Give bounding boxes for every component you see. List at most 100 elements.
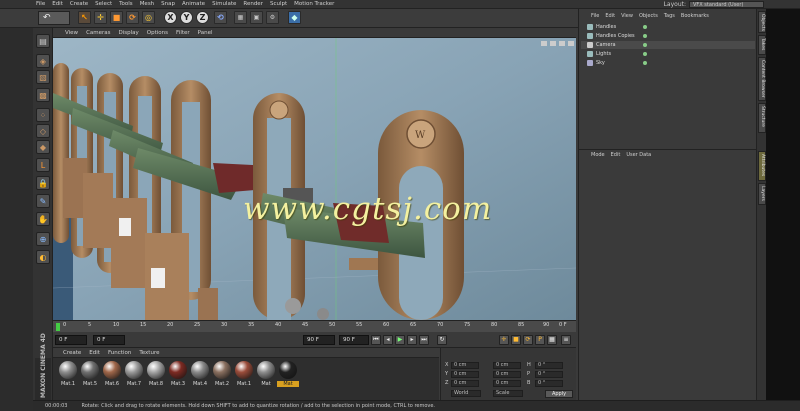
attr-menu-edit[interactable]: Edit	[611, 152, 621, 158]
viewport-rotate-icon[interactable]	[559, 41, 565, 46]
menu-tools[interactable]: Tools	[119, 1, 133, 7]
tab-structure[interactable]: Structure	[758, 103, 766, 133]
rotation-h-field[interactable]: 0 °	[535, 362, 563, 369]
object-row[interactable]: Handles Copies	[581, 32, 755, 40]
size-x-field[interactable]: 0 cm	[493, 362, 521, 369]
lock-icon[interactable]: 🔒	[36, 176, 50, 190]
live-selection-icon[interactable]: ↖	[78, 11, 91, 24]
perspective-viewport[interactable]: W www.cgtsj.com	[53, 38, 576, 320]
obj-menu-edit[interactable]: Edit	[605, 13, 615, 19]
tab-content-browser[interactable]: Content Browser	[758, 57, 766, 101]
position-x-field[interactable]: 0 cm	[451, 362, 479, 369]
z-axis-lock[interactable]: Z	[196, 11, 209, 24]
material-thumbnail[interactable]: Mat	[277, 361, 299, 393]
menu-animate[interactable]: Animate	[182, 1, 205, 7]
material-thumbnail[interactable]: Mat.6	[101, 361, 123, 393]
start-frame-field[interactable]: 0 F	[55, 335, 87, 345]
tab-layers[interactable]: Layers	[758, 183, 766, 205]
viewport-menu-panel[interactable]: Panel	[198, 30, 213, 36]
visibility-dot[interactable]	[643, 61, 647, 65]
timeline-menu-icon[interactable]: ≡	[561, 335, 571, 345]
undo-button[interactable]: ↶	[38, 11, 70, 25]
visibility-dot[interactable]	[643, 25, 647, 29]
viewport-move-icon[interactable]	[541, 41, 547, 46]
x-axis-lock[interactable]: X	[164, 11, 177, 24]
menu-mesh[interactable]: Mesh	[140, 1, 154, 7]
position-z-field[interactable]: 0 cm	[451, 380, 479, 387]
current-frame-field[interactable]: 0 F	[93, 335, 125, 345]
tab-attributes[interactable]: Attributes	[758, 151, 766, 181]
mat-menu-create[interactable]: Create	[63, 350, 81, 356]
menu-snap[interactable]: Snap	[161, 1, 175, 7]
y-axis-lock[interactable]: Y	[180, 11, 193, 24]
obj-menu-bookmarks[interactable]: Bookmarks	[681, 13, 709, 19]
make-editable-icon[interactable]: ▤	[36, 34, 50, 48]
menu-file[interactable]: File	[36, 1, 45, 7]
menu-create[interactable]: Create	[70, 1, 88, 7]
material-thumbnail[interactable]: Mat.5	[79, 361, 101, 393]
preview-end-field[interactable]: 90 F	[339, 335, 369, 345]
magnet-icon[interactable]: ⊕	[36, 232, 50, 246]
visibility-dot[interactable]	[643, 34, 647, 38]
mat-menu-edit[interactable]: Edit	[89, 350, 100, 356]
render-view-icon[interactable]: ▦	[234, 11, 247, 24]
previous-key-icon[interactable]: ◂	[383, 335, 393, 345]
pla-key-icon[interactable]: ▦	[547, 335, 557, 345]
enable-snap-icon[interactable]: ◐	[36, 250, 50, 264]
next-key-icon[interactable]: ▸	[407, 335, 417, 345]
go-to-start-icon[interactable]: ⏮	[371, 335, 381, 345]
obj-menu-tags[interactable]: Tags	[664, 13, 675, 19]
go-to-end-icon[interactable]: ⏭	[419, 335, 429, 345]
coordinate-system-icon[interactable]: ⟲	[214, 11, 227, 24]
viewport-menu-display[interactable]: Display	[119, 30, 139, 36]
obj-menu-file[interactable]: File	[591, 13, 599, 19]
position-y-field[interactable]: 0 cm	[451, 371, 479, 378]
size-mode-select[interactable]: Scale	[493, 390, 523, 397]
edges-mode-icon[interactable]: ◇	[36, 124, 50, 138]
points-mode-icon[interactable]: ⁘	[36, 108, 50, 122]
menu-simulate[interactable]: Simulate	[212, 1, 236, 7]
material-thumbnail[interactable]: Mat.1	[233, 361, 255, 393]
mat-menu-function[interactable]: Function	[108, 350, 131, 356]
param-key-icon[interactable]: P	[535, 335, 545, 345]
obj-menu-view[interactable]: View	[621, 13, 633, 19]
sculpt-icon[interactable]: ✋	[36, 212, 50, 226]
viewport-menu-options[interactable]: Options	[147, 30, 168, 36]
coord-system-select[interactable]: World	[451, 390, 481, 397]
menu-select[interactable]: Select	[95, 1, 112, 7]
object-row[interactable]: Sky	[581, 59, 755, 67]
material-thumbnail[interactable]: Mat.4	[189, 361, 211, 393]
play-icon[interactable]: ▶	[395, 335, 405, 345]
move-icon[interactable]: ✛	[94, 11, 107, 24]
tab-takes[interactable]: Takes	[758, 35, 766, 55]
scale-icon[interactable]: ■	[110, 11, 123, 24]
rotate-icon[interactable]: ⟳	[126, 11, 139, 24]
menu-motion-tracker[interactable]: Motion Tracker	[294, 1, 334, 7]
obj-menu-objects[interactable]: Objects	[639, 13, 658, 19]
object-row[interactable]: Handles	[581, 23, 755, 31]
viewport-menu-filter[interactable]: Filter	[176, 30, 190, 36]
recent-tools-icon[interactable]: ◎	[142, 11, 155, 24]
size-y-field[interactable]: 0 cm	[493, 371, 521, 378]
attr-menu-user-data[interactable]: User Data	[626, 152, 651, 158]
layout-select[interactable]: VFX standard (User)	[689, 1, 764, 8]
visibility-dot[interactable]	[643, 43, 647, 47]
material-thumbnail[interactable]: Mat.3	[167, 361, 189, 393]
axis-mode-icon[interactable]: L	[36, 158, 50, 172]
rotation-b-field[interactable]: 0 °	[535, 380, 563, 387]
tab-objects[interactable]: Objects	[758, 11, 766, 33]
rotation-p-field[interactable]: 0 °	[535, 371, 563, 378]
material-thumbnail[interactable]: Mat.1	[57, 361, 79, 393]
material-thumbnail[interactable]: Mat	[255, 361, 277, 393]
render-settings-icon[interactable]: ⚙	[266, 11, 279, 24]
timeline-ruler[interactable]: 0 5 10 15 20 25 30 35 40 45 50 55 60 65 …	[53, 320, 576, 332]
object-row[interactable]: Lights	[581, 50, 755, 58]
cube-icon[interactable]: ◆	[288, 11, 301, 24]
visibility-dot[interactable]	[643, 52, 647, 56]
material-thumbnail[interactable]: Mat.2	[211, 361, 233, 393]
mat-menu-texture[interactable]: Texture	[139, 350, 159, 356]
menu-edit[interactable]: Edit	[52, 1, 63, 7]
texture-mode-icon[interactable]: ▧	[36, 70, 50, 84]
loop-icon[interactable]: ↻	[437, 335, 447, 345]
timeline-playhead[interactable]	[56, 323, 60, 331]
